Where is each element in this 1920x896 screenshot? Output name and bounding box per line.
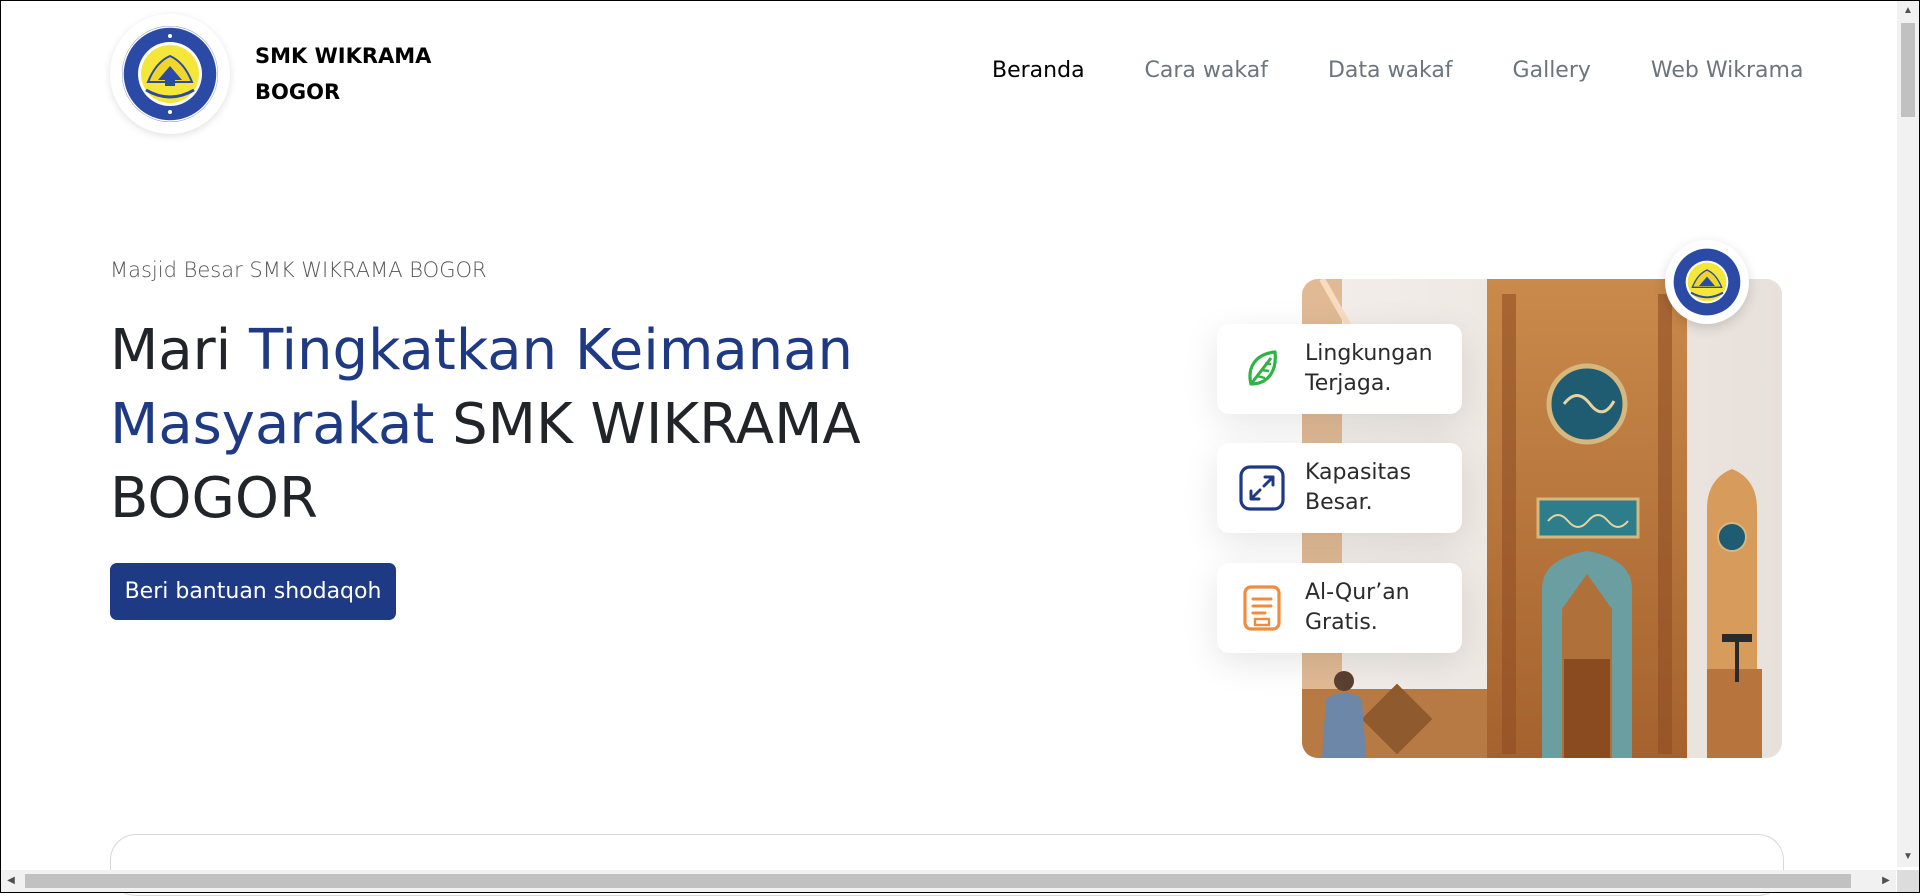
nav-web-wikrama[interactable]: Web Wikrama — [1651, 58, 1804, 83]
brand-name-line1: SMK WIKRAMA — [255, 44, 432, 68]
school-logo-icon — [110, 14, 230, 134]
donate-button[interactable]: Beri bantuan shodaqoh — [110, 563, 396, 620]
headline-part1: Mari — [110, 318, 250, 383]
scroll-left-arrow-icon[interactable]: ◀ — [1, 870, 21, 892]
feature-card-alquran: Al-Qur’an Gratis. — [1217, 563, 1462, 653]
feature-card-lingkungan: Lingkungan Terjaga. — [1217, 324, 1462, 414]
hero-headline: Mari Tingkatkan Keimanan Masyarakat SMK … — [110, 314, 910, 536]
brand[interactable]: SMK WIKRAMA BOGOR — [110, 14, 445, 134]
vertical-scrollbar[interactable]: ▲ ▼ — [1897, 1, 1919, 867]
scrollbar-corner — [1897, 870, 1919, 892]
nav-cara-wakaf[interactable]: Cara wakaf — [1145, 58, 1268, 83]
feature-label: Al-Qur’an Gratis. — [1305, 578, 1455, 638]
scroll-up-arrow-icon[interactable]: ▲ — [1897, 1, 1919, 21]
brand-name: SMK WIKRAMA BOGOR — [255, 38, 445, 110]
feature-line1: Kapasitas — [1305, 460, 1412, 485]
book-icon — [1237, 583, 1287, 633]
scroll-right-arrow-icon[interactable]: ▶ — [1876, 870, 1896, 892]
hero-eyebrow: Masjid Besar SMK WIKRAMA BOGOR — [110, 258, 487, 282]
nav-beranda[interactable]: Beranda — [992, 58, 1085, 83]
feature-line1: Lingkungan — [1305, 341, 1433, 366]
feature-line2: Gratis. — [1305, 610, 1378, 635]
nav-gallery[interactable]: Gallery — [1513, 58, 1591, 83]
horizontal-scroll-thumb[interactable] — [25, 874, 1851, 888]
nav-data-wakaf[interactable]: Data wakaf — [1328, 58, 1453, 83]
feature-line2: Besar. — [1305, 490, 1373, 515]
main-nav: Beranda Cara wakaf Data wakaf Gallery We… — [992, 58, 1863, 83]
feature-label: Lingkungan Terjaga. — [1305, 339, 1455, 399]
vertical-scroll-thumb[interactable] — [1901, 23, 1915, 117]
feature-line2: Terjaga. — [1305, 371, 1392, 396]
expand-icon — [1237, 463, 1287, 513]
scroll-down-arrow-icon[interactable]: ▼ — [1897, 847, 1919, 867]
leaf-icon — [1237, 344, 1287, 394]
horizontal-scrollbar[interactable]: ◀ ▶ — [1, 870, 1896, 892]
feature-line1: Al-Qur’an — [1305, 580, 1410, 605]
feature-label: Kapasitas Besar. — [1305, 458, 1455, 518]
brand-name-line2: BOGOR — [255, 80, 341, 104]
badge-logo-icon — [1665, 240, 1749, 324]
feature-card-kapasitas: Kapasitas Besar. — [1217, 443, 1462, 533]
